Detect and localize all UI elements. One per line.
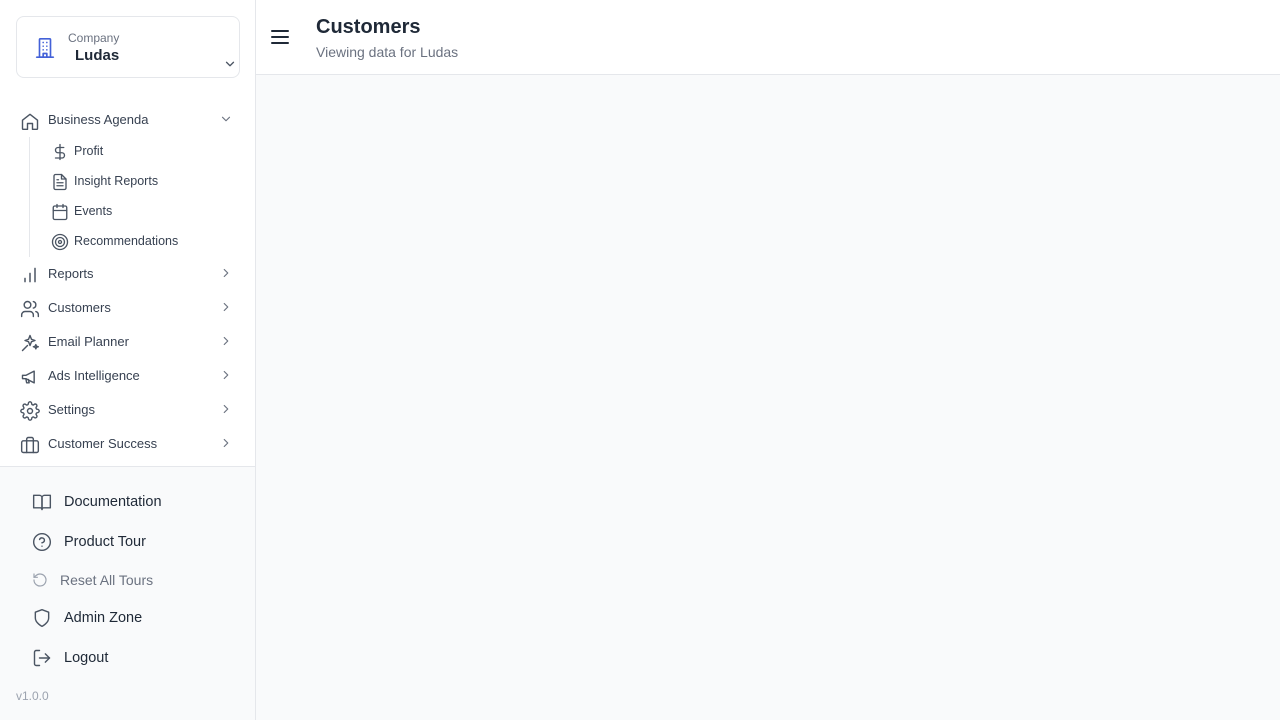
chevron-right-icon [219, 368, 233, 382]
nav-label: Email Planner [48, 334, 129, 349]
dollar-icon [51, 143, 69, 161]
main-nav: Business Agenda Profit Insight Reports E… [0, 103, 255, 461]
sub-item-profit[interactable]: Profit [0, 137, 255, 167]
admin-zone-label: Admin Zone [64, 610, 143, 626]
sub-item-label: Events [74, 204, 113, 218]
menu-icon[interactable] [268, 25, 292, 49]
documentation-label: Documentation [64, 494, 162, 510]
nav-label: Customers [48, 300, 111, 315]
nav-item-business-agenda[interactable]: Business Agenda [0, 103, 255, 137]
sub-item-label: Insight Reports [74, 174, 159, 188]
product-tour-link[interactable]: Product Tour [0, 525, 255, 559]
nav-item-customer-success[interactable]: Customer Success [0, 427, 255, 461]
sub-item-events[interactable]: Events [0, 197, 255, 227]
chevron-right-icon [219, 300, 233, 314]
company-label: Company [68, 31, 120, 45]
sub-item-label: Profit [74, 144, 104, 158]
page-subtitle: Viewing data for Ludas [316, 44, 459, 60]
chevron-right-icon [219, 266, 233, 280]
nav-item-ads-intelligence[interactable]: Ads Intelligence [0, 359, 255, 393]
sub-item-label: Recommendations [74, 234, 179, 248]
product-tour-label: Product Tour [64, 534, 146, 550]
sub-item-recommendations[interactable]: Recommendations [0, 227, 255, 257]
version-label: v1.0.0 [16, 689, 49, 703]
nav-item-customers[interactable]: Customers [0, 291, 255, 325]
megaphone-icon [20, 367, 40, 387]
reset-tours-label: Reset All Tours [60, 572, 154, 588]
logout-icon [32, 648, 52, 668]
target-icon [51, 233, 69, 251]
home-icon [20, 111, 40, 131]
nav-label: Reports [48, 266, 94, 281]
chevron-down-icon [223, 57, 237, 71]
nav-item-email-planner[interactable]: Email Planner [0, 325, 255, 359]
nav-label: Ads Intelligence [48, 368, 140, 383]
document-icon [51, 173, 69, 191]
nav-label: Business Agenda [48, 112, 149, 127]
gear-icon [20, 401, 40, 421]
documentation-link[interactable]: Documentation [0, 485, 255, 519]
top-bar: Customers Viewing data for Ludas [256, 0, 1280, 75]
sidebar: Company Ludas Business Agenda Profit Ins… [0, 0, 256, 720]
shield-icon [32, 608, 52, 628]
chevron-right-icon [219, 334, 233, 348]
briefcase-icon [20, 435, 40, 455]
nav-label: Customer Success [48, 436, 158, 451]
chevron-right-icon [219, 402, 233, 416]
chevron-down-icon [219, 112, 233, 126]
logout-button[interactable]: Logout [0, 641, 255, 675]
admin-zone-link[interactable]: Admin Zone [0, 601, 255, 635]
nav-label: Settings [48, 402, 95, 417]
book-icon [32, 492, 52, 512]
business-agenda-subnav: Profit Insight Reports Events Recommenda… [0, 137, 255, 257]
calendar-icon [51, 203, 69, 221]
bar-chart-icon [20, 265, 40, 285]
sparkles-icon [20, 333, 40, 353]
nav-item-settings[interactable]: Settings [0, 393, 255, 427]
users-icon [20, 299, 40, 319]
company-name: Ludas [75, 47, 120, 64]
company-selector[interactable]: Company Ludas [16, 16, 240, 78]
page-title: Customers [316, 16, 421, 38]
chevron-right-icon [219, 436, 233, 450]
help-circle-icon [32, 532, 52, 552]
reset-tours-link[interactable]: Reset All Tours [0, 563, 255, 597]
sidebar-footer: Documentation Product Tour Reset All Tou… [0, 467, 255, 720]
main-content [256, 75, 1280, 720]
building-icon [34, 37, 56, 59]
nav-item-reports[interactable]: Reports [0, 257, 255, 291]
sub-item-insight-reports[interactable]: Insight Reports [0, 167, 255, 197]
rotate-ccw-icon [32, 572, 48, 588]
logout-label: Logout [64, 650, 109, 666]
